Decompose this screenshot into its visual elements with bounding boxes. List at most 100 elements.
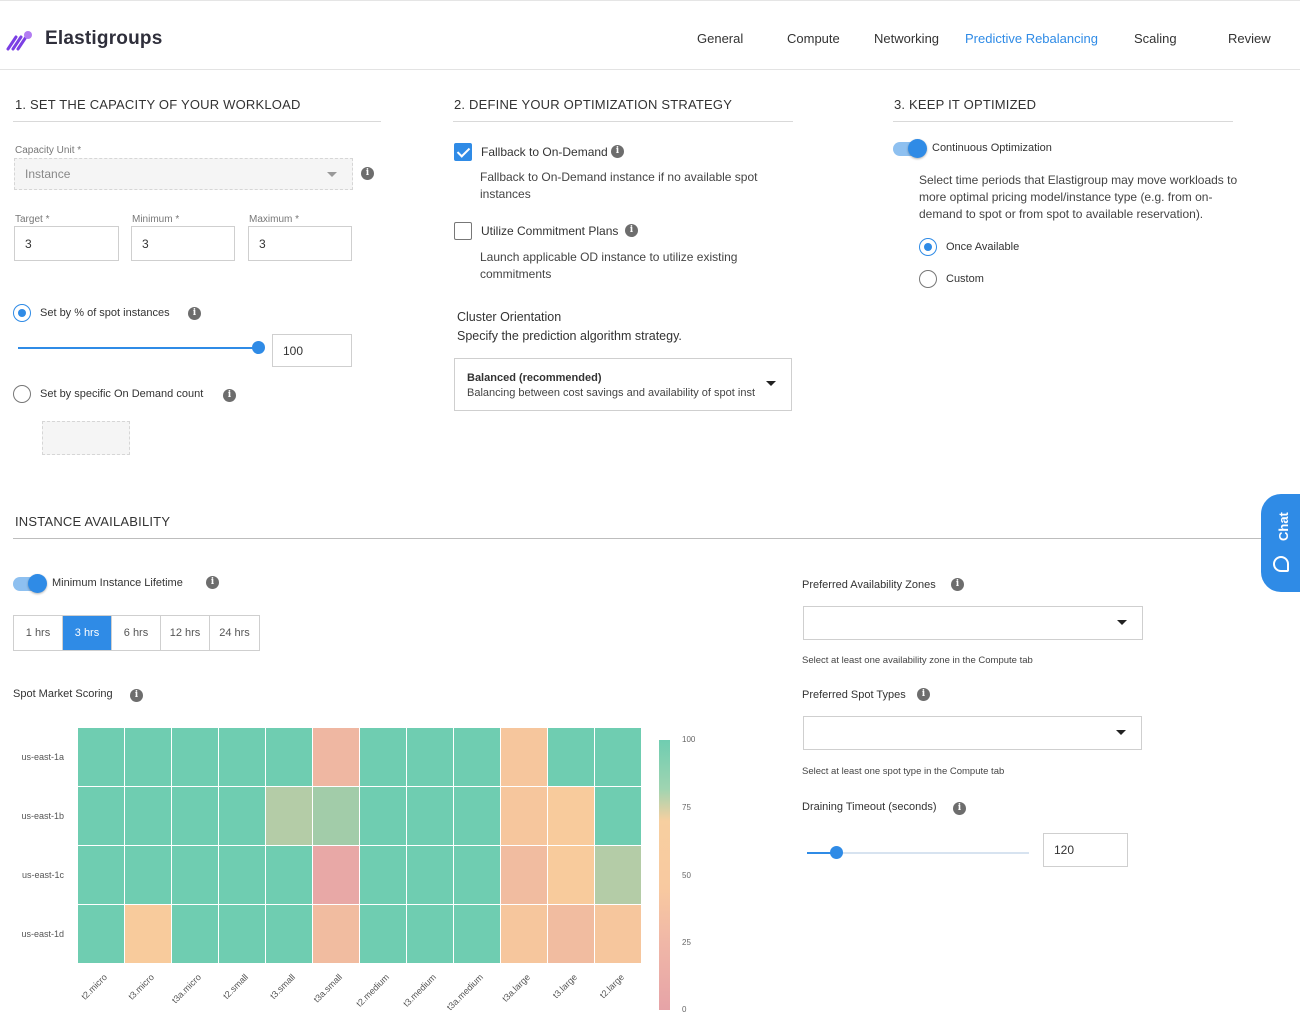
heatmap-cell [219, 846, 266, 905]
tab-compute[interactable]: Compute [787, 31, 840, 46]
chevron-down-icon [1116, 730, 1126, 735]
commitment-plans-checkbox[interactable] [454, 222, 472, 240]
minimum-input[interactable]: 3 [131, 226, 235, 261]
tab-networking[interactable]: Networking [874, 31, 939, 46]
heatmap-cell [407, 905, 454, 964]
info-icon[interactable]: i [611, 145, 624, 158]
info-icon[interactable]: i [917, 688, 930, 701]
info-icon[interactable]: i [206, 576, 219, 589]
info-icon[interactable]: i [130, 689, 143, 702]
cluster-orientation-title: Cluster Orientation [457, 310, 562, 324]
minimum-lifetime-toggle[interactable] [13, 574, 47, 593]
heatmap-cell [360, 787, 407, 846]
heatmap-cell [219, 787, 266, 846]
heatmap-cell [172, 728, 219, 787]
preferred-spot-types-select[interactable] [803, 716, 1142, 750]
lifetime-option-3h[interactable]: 3 hrs [63, 616, 112, 650]
lifetime-option-24h[interactable]: 24 hrs [210, 616, 259, 650]
heatmap-column-label: t3a.small [311, 972, 344, 1005]
heatmap-cell [595, 905, 642, 964]
chat-bubble-icon [1273, 556, 1289, 572]
legend-tick: 75 [682, 803, 691, 812]
commitment-description-line1: Launch applicable OD instance to utilize… [480, 250, 738, 264]
heatmap-column-label: t3.small [267, 972, 297, 1002]
cluster-orientation-value: Balanced (recommended) [467, 372, 602, 384]
custom-label: Custom [946, 273, 984, 285]
preferred-zones-label: Preferred Availability Zones [802, 579, 936, 591]
preferred-zones-select[interactable] [803, 606, 1143, 640]
tab-review[interactable]: Review [1228, 31, 1271, 46]
lifetime-option-1h[interactable]: 1 hrs [14, 616, 63, 650]
draining-timeout-slider-thumb[interactable] [830, 846, 843, 859]
custom-radio[interactable] [919, 270, 937, 288]
fallback-on-demand-checkbox[interactable] [454, 143, 472, 161]
heatmap-column-label: t2.micro [78, 972, 109, 1002]
heatmap-cell [548, 905, 595, 964]
lifetime-segmented-control: 1 hrs 3 hrs 6 hrs 12 hrs 24 hrs [13, 615, 260, 651]
heatmap-cell [360, 905, 407, 964]
preferred-zones-hint: Select at least one availability zone in… [802, 655, 1033, 666]
cluster-orientation-subtitle: Specify the prediction algorithm strateg… [457, 329, 682, 343]
spot-percentage-input[interactable]: 100 [272, 334, 352, 367]
fallback-description-line1: Fallback to On-Demand instance if no ava… [480, 170, 758, 184]
optimization-description-line1: Select time periods that Elastigroup may… [919, 173, 1238, 187]
tab-predictive-rebalancing[interactable]: Predictive Rebalancing [965, 31, 1098, 46]
heatmap-cell [78, 728, 125, 787]
heatmap-column-label: t3a.micro [169, 972, 203, 1006]
capacity-unit-label: Capacity Unit * [15, 145, 82, 156]
heatmap-cell [78, 787, 125, 846]
draining-timeout-input[interactable]: 120 [1043, 833, 1128, 867]
legend-tick: 50 [682, 871, 691, 880]
legend-tick: 100 [682, 735, 696, 744]
top-bar: Elastigroups General Compute Networking … [0, 0, 1300, 70]
heatmap-cell [125, 846, 172, 905]
heatmap-cell [266, 787, 313, 846]
info-icon[interactable]: i [951, 578, 964, 591]
target-label: Target * [15, 214, 50, 225]
preferred-spot-types-label: Preferred Spot Types [802, 689, 906, 701]
info-icon[interactable]: i [361, 167, 374, 180]
heatmap-cell [313, 787, 360, 846]
spot-market-scoring-label: Spot Market Scoring [13, 688, 113, 700]
chat-label: Chat [1276, 512, 1291, 541]
info-icon[interactable]: i [188, 307, 201, 320]
lifetime-option-6h[interactable]: 6 hrs [112, 616, 161, 650]
heatmap-row-label: us-east-1c [21, 870, 64, 880]
divider [893, 121, 1233, 122]
info-icon[interactable]: i [625, 224, 638, 237]
spot-percentage-radio[interactable] [13, 304, 31, 322]
info-icon[interactable]: i [223, 389, 236, 402]
on-demand-count-radio[interactable] [13, 385, 31, 403]
heatmap-cell [454, 905, 501, 964]
heatmap-column-label: t3.large [550, 972, 579, 1001]
heatmap-cell [172, 905, 219, 964]
heatmap-cell [501, 905, 548, 964]
heatmap-cell [78, 846, 125, 905]
target-input[interactable]: 3 [14, 226, 119, 261]
divider [453, 121, 793, 122]
cluster-orientation-description: Balancing between cost savings and avail… [467, 387, 755, 399]
legend-tick: 0 [682, 1005, 687, 1014]
heatmap-row-label: us-east-1b [21, 811, 64, 821]
spot-percentage-slider-thumb[interactable] [252, 341, 265, 354]
app-title: Elastigroups [45, 28, 163, 49]
tab-general[interactable]: General [697, 31, 743, 46]
lifetime-option-12h[interactable]: 12 hrs [161, 616, 210, 650]
heatmap-column-label: t2.small [220, 972, 250, 1002]
heatmap-cell [548, 787, 595, 846]
preferred-spot-types-hint: Select at least one spot type in the Com… [802, 766, 1005, 777]
capacity-section-title: 1. SET THE CAPACITY OF YOUR WORKLOAD [15, 97, 301, 112]
info-icon[interactable]: i [953, 802, 966, 815]
tab-scaling[interactable]: Scaling [1134, 31, 1177, 46]
continuous-optimization-toggle[interactable] [893, 139, 927, 158]
heatmap-cell [266, 846, 313, 905]
commitment-description-line2: commitments [480, 267, 552, 281]
cluster-orientation-select[interactable]: Balanced (recommended) Balancing between… [454, 358, 792, 411]
heatmap-cell [125, 905, 172, 964]
toggle-knob [908, 139, 927, 158]
commitment-plans-label: Utilize Commitment Plans [481, 224, 619, 238]
fallback-description-line2: instances [480, 187, 531, 201]
once-available-radio[interactable] [919, 238, 937, 256]
chat-button[interactable]: Chat [1261, 494, 1300, 592]
maximum-input[interactable]: 3 [248, 226, 352, 261]
